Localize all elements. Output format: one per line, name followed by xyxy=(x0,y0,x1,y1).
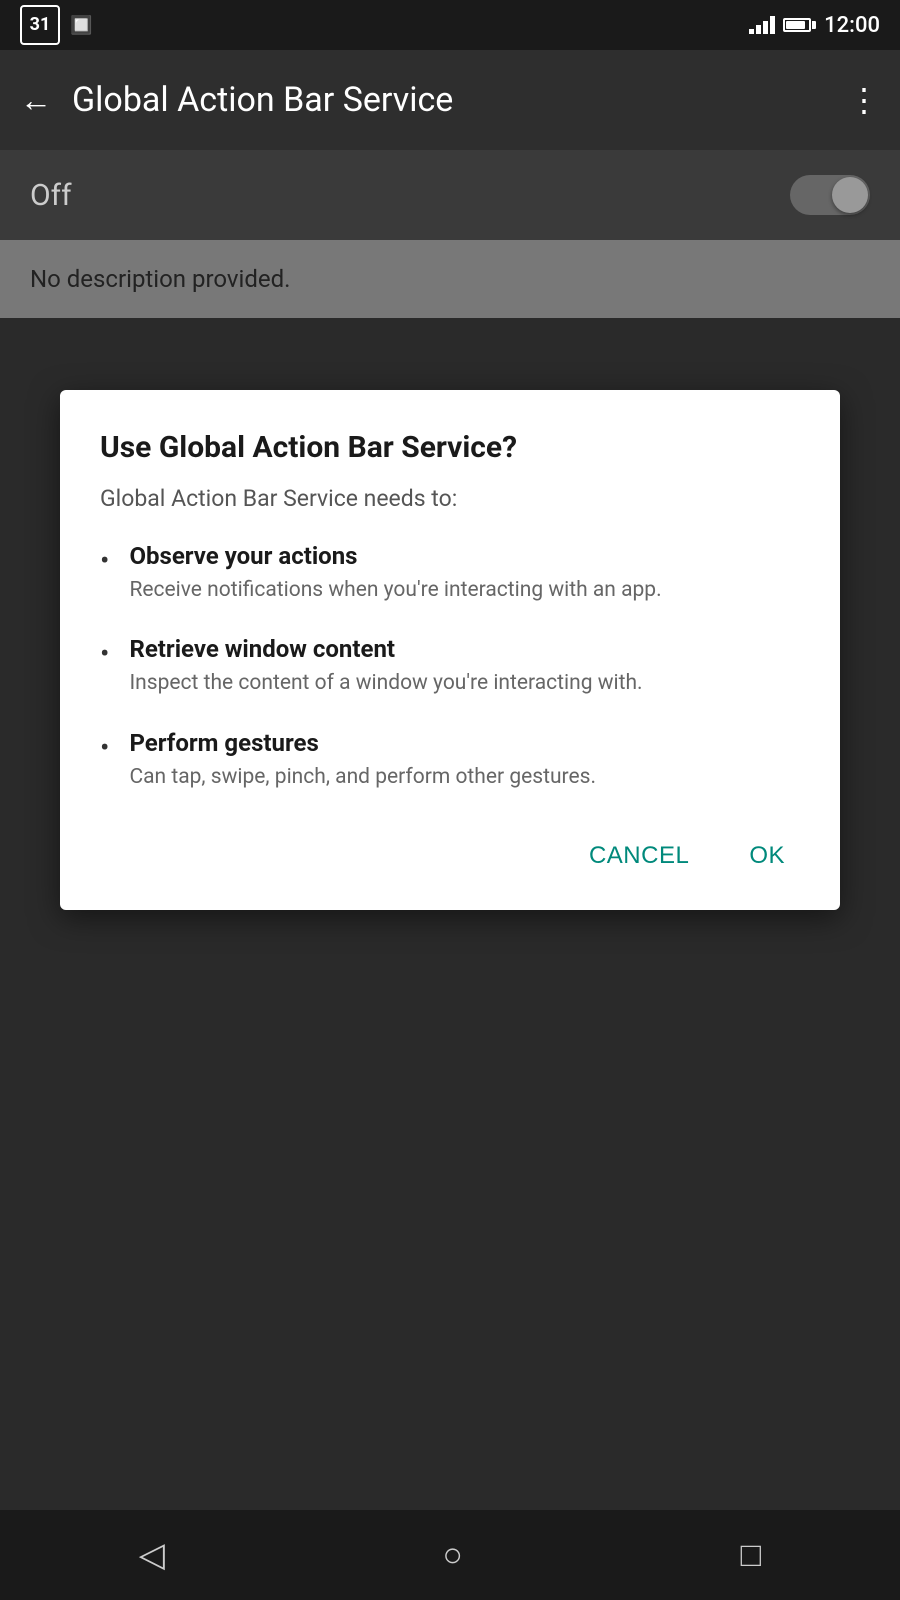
calendar-icon: 31 xyxy=(20,5,60,45)
status-time: 12:00 xyxy=(824,13,880,38)
ok-button[interactable]: OK xyxy=(734,832,800,880)
permission-title-1: Observe your actions xyxy=(129,542,800,570)
battery-icon xyxy=(783,18,816,32)
toggle-knob xyxy=(832,177,868,213)
permission-title-2: Retrieve window content xyxy=(129,635,800,663)
dialog-buttons: CANCEL OK xyxy=(100,822,800,880)
notification-icon: 🔲 xyxy=(70,15,92,36)
status-bar: 31 🔲 12:00 xyxy=(0,0,900,50)
permission-title-3: Perform gestures xyxy=(129,729,800,757)
dialog-title: Use Global Action Bar Service? xyxy=(100,430,800,465)
app-bar: ← Global Action Bar Service ⋮ xyxy=(0,50,900,150)
recents-nav-button[interactable]: □ xyxy=(741,1535,762,1575)
back-button[interactable]: ← xyxy=(20,81,52,119)
permission-content-1: Observe your actions Receive notificatio… xyxy=(129,542,800,605)
status-bar-right: 12:00 xyxy=(749,13,880,38)
service-toggle[interactable] xyxy=(790,175,870,215)
calendar-day: 31 xyxy=(30,16,51,34)
bullet-icon-1: • xyxy=(100,544,109,577)
permission-content-2: Retrieve window content Inspect the cont… xyxy=(129,635,800,698)
status-bar-left: 31 🔲 xyxy=(20,5,92,45)
home-nav-button[interactable]: ○ xyxy=(443,1535,464,1575)
permission-desc-3: Can tap, swipe, pinch, and perform other… xyxy=(129,763,800,792)
permission-item-retrieve: • Retrieve window content Inspect the co… xyxy=(100,635,800,698)
signal-icon xyxy=(749,16,775,34)
bullet-icon-3: • xyxy=(100,731,109,764)
app-bar-title: Global Action Bar Service xyxy=(72,80,848,120)
permission-desc-2: Inspect the content of a window you're i… xyxy=(129,669,800,698)
permission-content-3: Perform gestures Can tap, swipe, pinch, … xyxy=(129,729,800,792)
more-options-button[interactable]: ⋮ xyxy=(848,81,880,119)
cancel-button[interactable]: CANCEL xyxy=(574,832,704,880)
permission-dialog: Use Global Action Bar Service? Global Ac… xyxy=(60,390,840,910)
permission-item-gestures: • Perform gestures Can tap, swipe, pinch… xyxy=(100,729,800,792)
permission-item-observe: • Observe your actions Receive notificat… xyxy=(100,542,800,605)
permission-desc-1: Receive notifications when you're intera… xyxy=(129,576,800,605)
back-nav-button[interactable]: ◁ xyxy=(139,1535,165,1575)
dialog-subtitle: Global Action Bar Service needs to: xyxy=(100,485,800,512)
settings-toggle-area: Off xyxy=(0,150,900,240)
toggle-label: Off xyxy=(30,178,72,213)
nav-bar: ◁ ○ □ xyxy=(0,1510,900,1600)
bullet-icon-2: • xyxy=(100,637,109,670)
